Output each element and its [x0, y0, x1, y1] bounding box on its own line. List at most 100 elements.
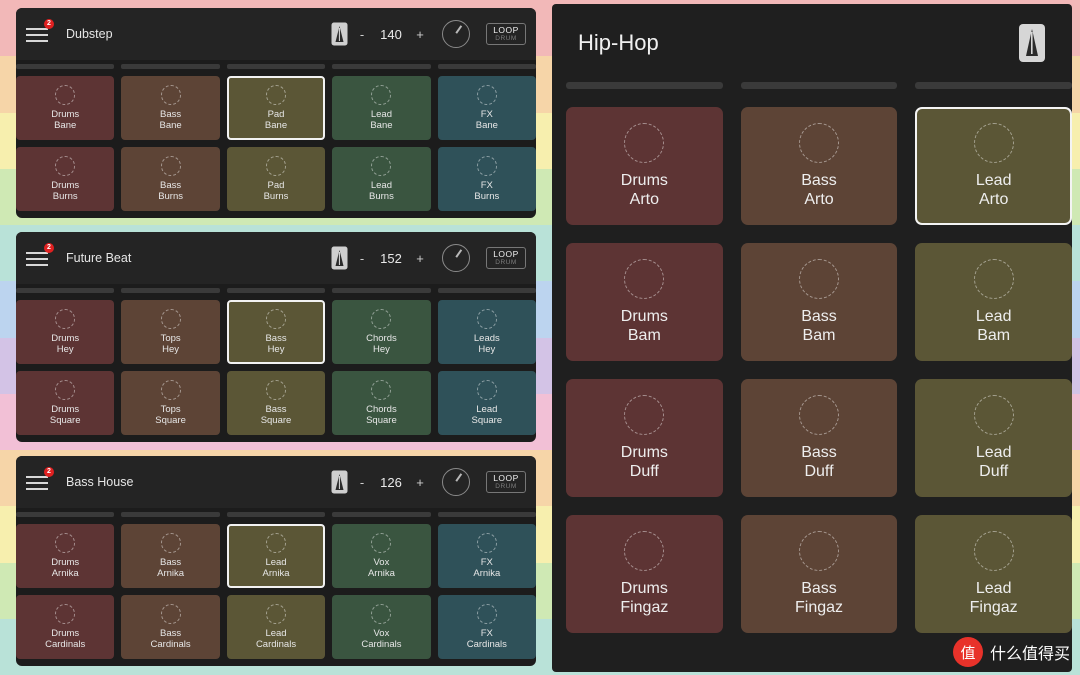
clip-cell[interactable]: Bass Square: [226, 371, 326, 435]
clip-cell[interactable]: FX Burns: [437, 147, 536, 211]
track-header[interactable]: [121, 288, 220, 293]
track-header[interactable]: [437, 288, 536, 293]
bpm-decrease-button[interactable]: -: [356, 475, 368, 490]
bpm-value[interactable]: 140: [376, 27, 406, 42]
clip-label: Lead Square: [471, 404, 503, 426]
watermark-badge: 值: [952, 637, 983, 667]
clip-cell[interactable]: Drums Bane: [16, 76, 115, 140]
bpm-decrease-button[interactable]: -: [356, 27, 368, 42]
bpm-value[interactable]: 152: [376, 251, 406, 266]
clip-cell[interactable]: Bass Arnika: [121, 524, 220, 588]
clip-cell[interactable]: Lead Bane: [332, 76, 431, 140]
track-header[interactable]: [16, 288, 115, 293]
clip-cell[interactable]: Chords Square: [332, 371, 431, 435]
record-circle-icon: [476, 604, 497, 624]
bpm-value[interactable]: 126: [376, 475, 406, 490]
bpm-increase-button[interactable]: +: [414, 27, 426, 42]
clip-cell[interactable]: Lead Cardinals: [226, 595, 326, 659]
clip-cell[interactable]: FX Cardinals: [437, 595, 536, 659]
project-toolbar: 2 Bass House -126 + LOOP DRUM: [16, 456, 536, 508]
hiphop-header: Hip-Hop: [552, 4, 1072, 82]
clip-cell[interactable]: Leads Hey: [437, 300, 536, 364]
track-header[interactable]: [437, 512, 536, 517]
clip-cell[interactable]: Drums Hey: [16, 300, 115, 364]
clip-cell[interactable]: Bass Arto: [740, 107, 898, 225]
clip-cell[interactable]: Drums Cardinals: [16, 595, 115, 659]
bpm-increase-button[interactable]: +: [414, 475, 426, 490]
track-header[interactable]: [121, 64, 220, 69]
track-header[interactable]: [121, 512, 220, 517]
watermark: 值 什么值得买: [952, 637, 1070, 667]
track-header[interactable]: [740, 82, 898, 89]
clip-cell[interactable]: Drums Burns: [16, 147, 115, 211]
track-header[interactable]: [332, 288, 431, 293]
clip-cell[interactable]: Lead Square: [437, 371, 536, 435]
clip-cell[interactable]: Tops Square: [121, 371, 220, 435]
loop-button[interactable]: LOOP DRUM: [486, 23, 526, 45]
track-header[interactable]: [915, 82, 1072, 89]
bpm-decrease-button[interactable]: -: [356, 251, 368, 266]
clip-cell[interactable]: Bass Burns: [121, 147, 220, 211]
clip-label: FX Burns: [474, 180, 500, 202]
clip-cell[interactable]: Tops Hey: [121, 300, 220, 364]
clip-cell[interactable]: Lead Burns: [332, 147, 431, 211]
clip-cell[interactable]: Drums Duff: [566, 379, 723, 497]
track-header[interactable]: [16, 64, 115, 69]
clip-cell[interactable]: Lead Arto: [915, 107, 1072, 225]
clip-cell[interactable]: FX Bane: [437, 76, 536, 140]
track-header[interactable]: [226, 512, 326, 517]
menu-icon[interactable]: 2: [26, 19, 54, 45]
clip-cell[interactable]: Lead Duff: [915, 379, 1072, 497]
clip-cell[interactable]: Drums Bam: [566, 243, 723, 361]
clip-cell[interactable]: Bass Bane: [121, 76, 220, 140]
menu-badge: 2: [44, 467, 54, 477]
clip-cell[interactable]: FX Arnika: [437, 524, 536, 588]
loop-button[interactable]: LOOP DRUM: [486, 471, 526, 493]
record-circle-icon: [799, 123, 839, 163]
master-knob[interactable]: [442, 244, 470, 272]
track-header[interactable]: [332, 64, 431, 69]
clip-cell[interactable]: Lead Bam: [915, 243, 1072, 361]
clip-cell[interactable]: Vox Arnika: [332, 524, 431, 588]
clip-cell[interactable]: Lead Arnika: [226, 524, 326, 588]
track-header[interactable]: [566, 82, 723, 89]
bpm-increase-button[interactable]: +: [414, 251, 426, 266]
clip-cell[interactable]: Lead Fingaz: [915, 515, 1072, 633]
metronome-icon[interactable]: [1018, 23, 1046, 63]
master-knob[interactable]: [442, 20, 470, 48]
menu-icon[interactable]: 2: [26, 243, 54, 269]
clip-label: Bass Duff: [801, 444, 837, 480]
clip-cell[interactable]: Chords Hey: [332, 300, 431, 364]
menu-icon[interactable]: 2: [26, 467, 54, 493]
clip-cell[interactable]: Bass Hey: [226, 300, 326, 364]
track-header[interactable]: [437, 64, 536, 69]
track-header[interactable]: [226, 288, 326, 293]
track-header[interactable]: [16, 512, 115, 517]
track-column: Bass Hey Bass Square: [226, 284, 326, 442]
track-column: Leads Hey Lead Square: [437, 284, 536, 442]
clip-cell[interactable]: Bass Duff: [740, 379, 898, 497]
clip-cell[interactable]: Bass Fingaz: [740, 515, 898, 633]
clip-cell[interactable]: Pad Burns: [226, 147, 326, 211]
metronome-icon[interactable]: [331, 22, 348, 46]
clip-label: Drums Arnika: [51, 557, 80, 579]
track-header[interactable]: [332, 512, 431, 517]
clip-cell[interactable]: Drums Fingaz: [566, 515, 723, 633]
record-circle-icon: [55, 533, 76, 553]
clip-cell[interactable]: Bass Cardinals: [121, 595, 220, 659]
track-header[interactable]: [226, 64, 326, 69]
clip-cell[interactable]: Drums Arto: [566, 107, 723, 225]
track-column: Lead Arto Lead Bam Lead Duff Lead Fingaz: [915, 82, 1072, 672]
clip-cell[interactable]: Bass Bam: [740, 243, 898, 361]
clip-cell[interactable]: Pad Bane: [226, 76, 326, 140]
clip-cell[interactable]: Vox Cardinals: [332, 595, 431, 659]
record-circle-icon: [160, 309, 181, 329]
clip-cell[interactable]: Drums Arnika: [16, 524, 115, 588]
clip-cell[interactable]: Drums Square: [16, 371, 115, 435]
project-toolbar: 2 Dubstep -140 + LOOP DRUM: [16, 8, 536, 60]
record-circle-icon: [973, 395, 1014, 435]
metronome-icon[interactable]: [331, 246, 348, 270]
metronome-icon[interactable]: [331, 470, 348, 494]
master-knob[interactable]: [442, 468, 470, 496]
loop-button[interactable]: LOOP DRUM: [486, 247, 526, 269]
